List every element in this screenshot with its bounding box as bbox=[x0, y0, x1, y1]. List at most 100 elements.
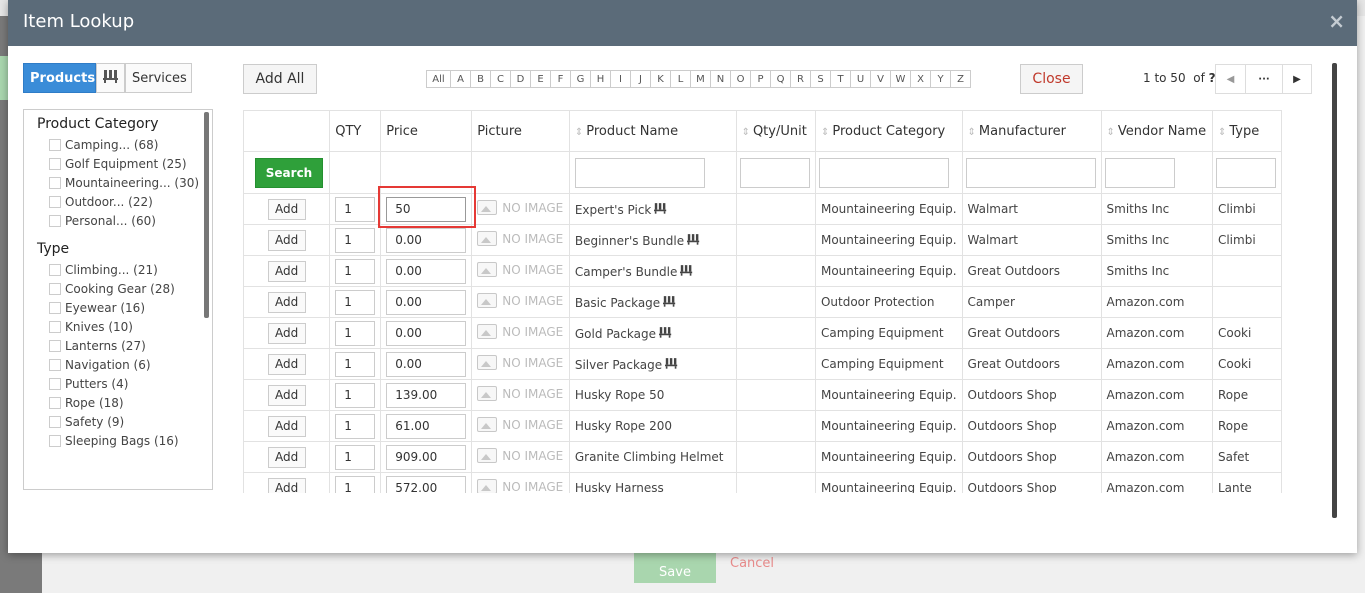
alpha-filter-s[interactable]: S bbox=[810, 70, 831, 88]
alpha-filter-h[interactable]: H bbox=[590, 70, 611, 88]
search-button[interactable]: Search bbox=[255, 157, 323, 188]
col-header-qty-unit[interactable]: ⇕ Qty/Unit bbox=[735, 110, 816, 152]
add-button[interactable]: Add bbox=[267, 353, 306, 375]
col-header-product-category[interactable]: ⇕ Product Category bbox=[814, 110, 963, 152]
category-filter-item[interactable]: Golf Equipment (25) bbox=[24, 155, 204, 174]
alpha-filter-u[interactable]: U bbox=[850, 70, 871, 88]
price-input[interactable] bbox=[386, 289, 467, 315]
kits-tab[interactable] bbox=[96, 63, 125, 93]
alpha-filter-w[interactable]: W bbox=[890, 70, 911, 88]
type-filter-item[interactable]: Cooking Gear (28) bbox=[24, 280, 204, 299]
qty-unit-filter-input[interactable] bbox=[739, 157, 810, 188]
sidebar-scrollbar[interactable] bbox=[204, 112, 209, 318]
add-button[interactable]: Add bbox=[267, 446, 306, 468]
price-input[interactable] bbox=[386, 258, 467, 284]
type-checkbox[interactable] bbox=[49, 397, 61, 409]
category-filter-item[interactable]: Personal... (60) bbox=[24, 212, 204, 231]
type-checkbox[interactable] bbox=[49, 359, 61, 371]
manufacturer-filter-input[interactable] bbox=[965, 157, 1096, 188]
col-header-manufacturer[interactable]: ⇕ Manufacturer bbox=[961, 110, 1102, 152]
price-input[interactable] bbox=[386, 475, 467, 493]
add-button[interactable]: Add bbox=[267, 322, 306, 344]
add-button[interactable]: Add bbox=[267, 384, 306, 406]
qty-input[interactable] bbox=[335, 227, 376, 253]
alpha-filter-y[interactable]: Y bbox=[930, 70, 951, 88]
type-checkbox[interactable] bbox=[49, 264, 61, 276]
price-input[interactable] bbox=[386, 227, 467, 253]
price-input[interactable] bbox=[386, 351, 467, 377]
alpha-filter-t[interactable]: T bbox=[830, 70, 851, 88]
add-button[interactable]: Add bbox=[267, 260, 306, 282]
add-all-button[interactable]: Add All bbox=[243, 64, 317, 94]
alpha-filter-b[interactable]: B bbox=[470, 70, 491, 88]
alpha-filter-v[interactable]: V bbox=[870, 70, 891, 88]
type-filter-item[interactable]: Navigation (6) bbox=[24, 356, 204, 375]
alpha-filter-k[interactable]: K bbox=[650, 70, 671, 88]
type-filter-item[interactable]: Sleeping Bags (16) bbox=[24, 432, 204, 451]
alpha-filter-f[interactable]: F bbox=[550, 70, 571, 88]
close-icon[interactable]: × bbox=[1328, 10, 1345, 32]
next-page-button[interactable]: ▶ bbox=[1282, 64, 1312, 94]
alpha-filter-r[interactable]: R bbox=[790, 70, 811, 88]
vendor-name-filter-input[interactable] bbox=[1104, 157, 1175, 188]
type-filter-item[interactable]: Lanterns (27) bbox=[24, 337, 204, 356]
price-input[interactable] bbox=[386, 413, 467, 439]
qty-input[interactable] bbox=[335, 382, 376, 408]
add-button[interactable]: Add bbox=[267, 415, 306, 437]
type-filter-item[interactable]: Rope (18) bbox=[24, 394, 204, 413]
alpha-filter-q[interactable]: Q bbox=[770, 70, 791, 88]
type-checkbox[interactable] bbox=[49, 378, 61, 390]
category-checkbox[interactable] bbox=[49, 139, 61, 151]
add-button[interactable]: Add bbox=[267, 198, 306, 220]
more-pages-button[interactable]: ··· bbox=[1245, 64, 1283, 94]
category-checkbox[interactable] bbox=[49, 177, 61, 189]
type-filter-item[interactable]: Eyewear (16) bbox=[24, 299, 204, 318]
col-header-type[interactable]: ⇕ Type bbox=[1211, 110, 1282, 152]
type-checkbox[interactable] bbox=[49, 340, 61, 352]
price-input[interactable] bbox=[386, 196, 467, 222]
alpha-filter-n[interactable]: N bbox=[710, 70, 731, 88]
modal-scrollbar[interactable] bbox=[1332, 63, 1337, 518]
alpha-filter-l[interactable]: L bbox=[670, 70, 691, 88]
type-filter-item[interactable]: Putters (4) bbox=[24, 375, 204, 394]
type-checkbox[interactable] bbox=[49, 302, 61, 314]
alpha-filter-e[interactable]: E bbox=[530, 70, 551, 88]
type-filter-item[interactable]: Climbing... (21) bbox=[24, 261, 204, 280]
category-filter-item[interactable]: Outdoor... (22) bbox=[24, 193, 204, 212]
alpha-filter-m[interactable]: M bbox=[690, 70, 711, 88]
type-checkbox[interactable] bbox=[49, 283, 61, 295]
alpha-filter-j[interactable]: J bbox=[630, 70, 651, 88]
alpha-filter-x[interactable]: X bbox=[910, 70, 931, 88]
type-filter-item[interactable]: Knives (10) bbox=[24, 318, 204, 337]
category-filter-item[interactable]: Mountaineering... (30) bbox=[24, 174, 204, 193]
product-category-filter-input[interactable] bbox=[818, 157, 949, 188]
price-input[interactable] bbox=[386, 444, 467, 470]
alpha-filter-g[interactable]: G bbox=[570, 70, 591, 88]
alpha-filter-i[interactable]: I bbox=[610, 70, 631, 88]
alpha-filter-p[interactable]: P bbox=[750, 70, 771, 88]
type-checkbox[interactable] bbox=[49, 416, 61, 428]
type-filter-input[interactable] bbox=[1215, 157, 1276, 188]
background-save-button[interactable]: Save bbox=[634, 549, 716, 583]
price-input[interactable] bbox=[386, 320, 467, 346]
alpha-filter-c[interactable]: C bbox=[490, 70, 511, 88]
category-filter-item[interactable]: Camping... (68) bbox=[24, 136, 204, 155]
type-filter-item[interactable]: Safety (9) bbox=[24, 413, 204, 432]
close-button[interactable]: Close bbox=[1020, 64, 1083, 94]
col-header-vendor-name[interactable]: ⇕ Vendor Name bbox=[1100, 110, 1213, 152]
qty-input[interactable] bbox=[335, 258, 376, 284]
col-header-product-name[interactable]: ⇕ Product Name bbox=[568, 110, 737, 152]
qty-input[interactable] bbox=[335, 413, 376, 439]
products-tab[interactable]: Products bbox=[23, 63, 96, 93]
prev-page-button[interactable]: ◀ bbox=[1215, 64, 1246, 94]
alpha-filter-all[interactable]: All bbox=[426, 70, 451, 88]
add-button[interactable]: Add bbox=[267, 477, 306, 493]
product-name-filter-input[interactable] bbox=[574, 157, 705, 188]
qty-input[interactable] bbox=[335, 475, 376, 493]
price-input[interactable] bbox=[386, 382, 467, 408]
add-button[interactable]: Add bbox=[267, 229, 306, 251]
background-cancel-link[interactable]: Cancel bbox=[730, 556, 774, 571]
qty-input[interactable] bbox=[335, 196, 376, 222]
add-button[interactable]: Add bbox=[267, 291, 306, 313]
services-tab[interactable]: Services bbox=[125, 63, 192, 93]
